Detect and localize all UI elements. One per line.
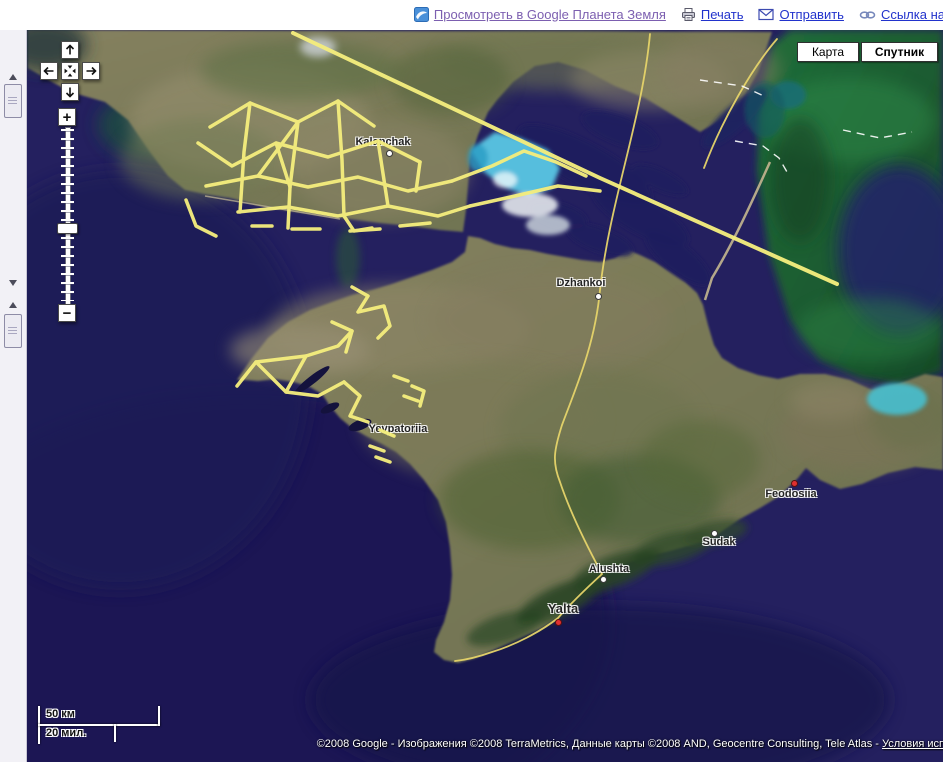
print-link[interactable]: Печать (701, 7, 744, 22)
scale-bar-km-tick (158, 706, 160, 726)
city-label: Feodosiia (765, 488, 816, 500)
scale-bar-line (38, 724, 160, 726)
city-dot (600, 576, 607, 583)
city-dot (595, 293, 602, 300)
city-label: Yalta (548, 601, 578, 616)
chain-link-icon (859, 9, 876, 21)
permalink-link[interactable]: Ссылка на (881, 7, 943, 22)
thumb-grip-icon (8, 327, 17, 335)
pan-down-button[interactable] (61, 83, 79, 101)
header-links: Просмотреть в Google Планета Земля Печат… (414, 7, 943, 22)
pan-left-button[interactable] (40, 62, 58, 80)
printer-icon (681, 7, 696, 22)
scrollbar-thumb[interactable] (4, 314, 22, 348)
map-attribution: ©2008 Google - Изображения ©2008 TerraMe… (317, 738, 943, 750)
arrow-up-icon (64, 44, 76, 56)
scale-km-label: 50 км (46, 708, 75, 720)
arrow-left-icon (43, 65, 55, 77)
header-toolbar: Просмотреть в Google Планета Земля Печат… (0, 0, 943, 30)
scrollbar-thumb[interactable] (4, 84, 22, 118)
satellite-map[interactable] (27, 30, 943, 762)
zoom-out-button[interactable]: − (58, 304, 76, 322)
google-earth-icon (414, 7, 429, 22)
city-label: Yevpatoriia (369, 423, 428, 435)
scroll-up-icon[interactable] (9, 302, 17, 308)
print: Печать (681, 7, 744, 22)
envelope-icon (758, 8, 774, 21)
arrow-right-icon (85, 65, 97, 77)
city-label: Kalanchak (355, 136, 410, 148)
send: Отправить (758, 7, 843, 22)
pan-right-button[interactable] (82, 62, 100, 80)
scale-bar-miles-tick (114, 724, 116, 742)
city-label: Dzhankoi (557, 277, 606, 289)
scroll-down-icon[interactable] (9, 280, 17, 286)
view-in-google-earth: Просмотреть в Google Планета Земля (414, 7, 666, 22)
kazantip-shallows (867, 383, 927, 415)
map-type-satellite-button[interactable]: Спутник (861, 42, 938, 62)
city-label: Alushta (589, 563, 629, 575)
city-dot (791, 480, 798, 487)
zoom-slider-track[interactable] (61, 129, 74, 301)
permalink: Ссылка на (859, 7, 943, 22)
zoom-in-button[interactable]: + (58, 108, 76, 126)
terms-link[interactable]: Условия исп (882, 738, 943, 750)
city-dot (386, 150, 393, 157)
copyright-text: ©2008 Google - Изображения ©2008 TerraMe… (317, 738, 882, 750)
send-link[interactable]: Отправить (779, 7, 843, 22)
city-label: Sudak (702, 536, 735, 548)
map-type-map-button[interactable]: Карта (797, 42, 859, 62)
plus-icon: + (63, 110, 72, 125)
left-scrollbar-strip (0, 30, 27, 762)
pan-up-button[interactable] (61, 41, 79, 59)
scale-miles-label: 20 мил. (46, 727, 86, 739)
thumb-grip-icon (8, 97, 17, 105)
center-result-icon (63, 64, 77, 78)
view-in-google-earth-link[interactable]: Просмотреть в Google Планета Земля (434, 7, 666, 22)
pan-center-button[interactable] (61, 62, 79, 80)
arrow-down-icon (64, 86, 76, 98)
city-dot (711, 530, 718, 537)
city-dot (555, 619, 562, 626)
page: Просмотреть в Google Планета Земля Печат… (0, 0, 943, 762)
scroll-up-icon[interactable] (9, 74, 17, 80)
zoom-slider-handle[interactable] (57, 223, 78, 234)
minus-icon: − (63, 306, 72, 321)
